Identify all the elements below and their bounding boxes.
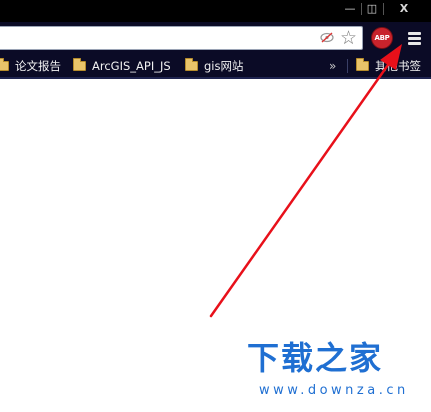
watermark-title: 下载之家 [247,339,384,377]
watermark-url: www.downza.cn [259,383,409,398]
